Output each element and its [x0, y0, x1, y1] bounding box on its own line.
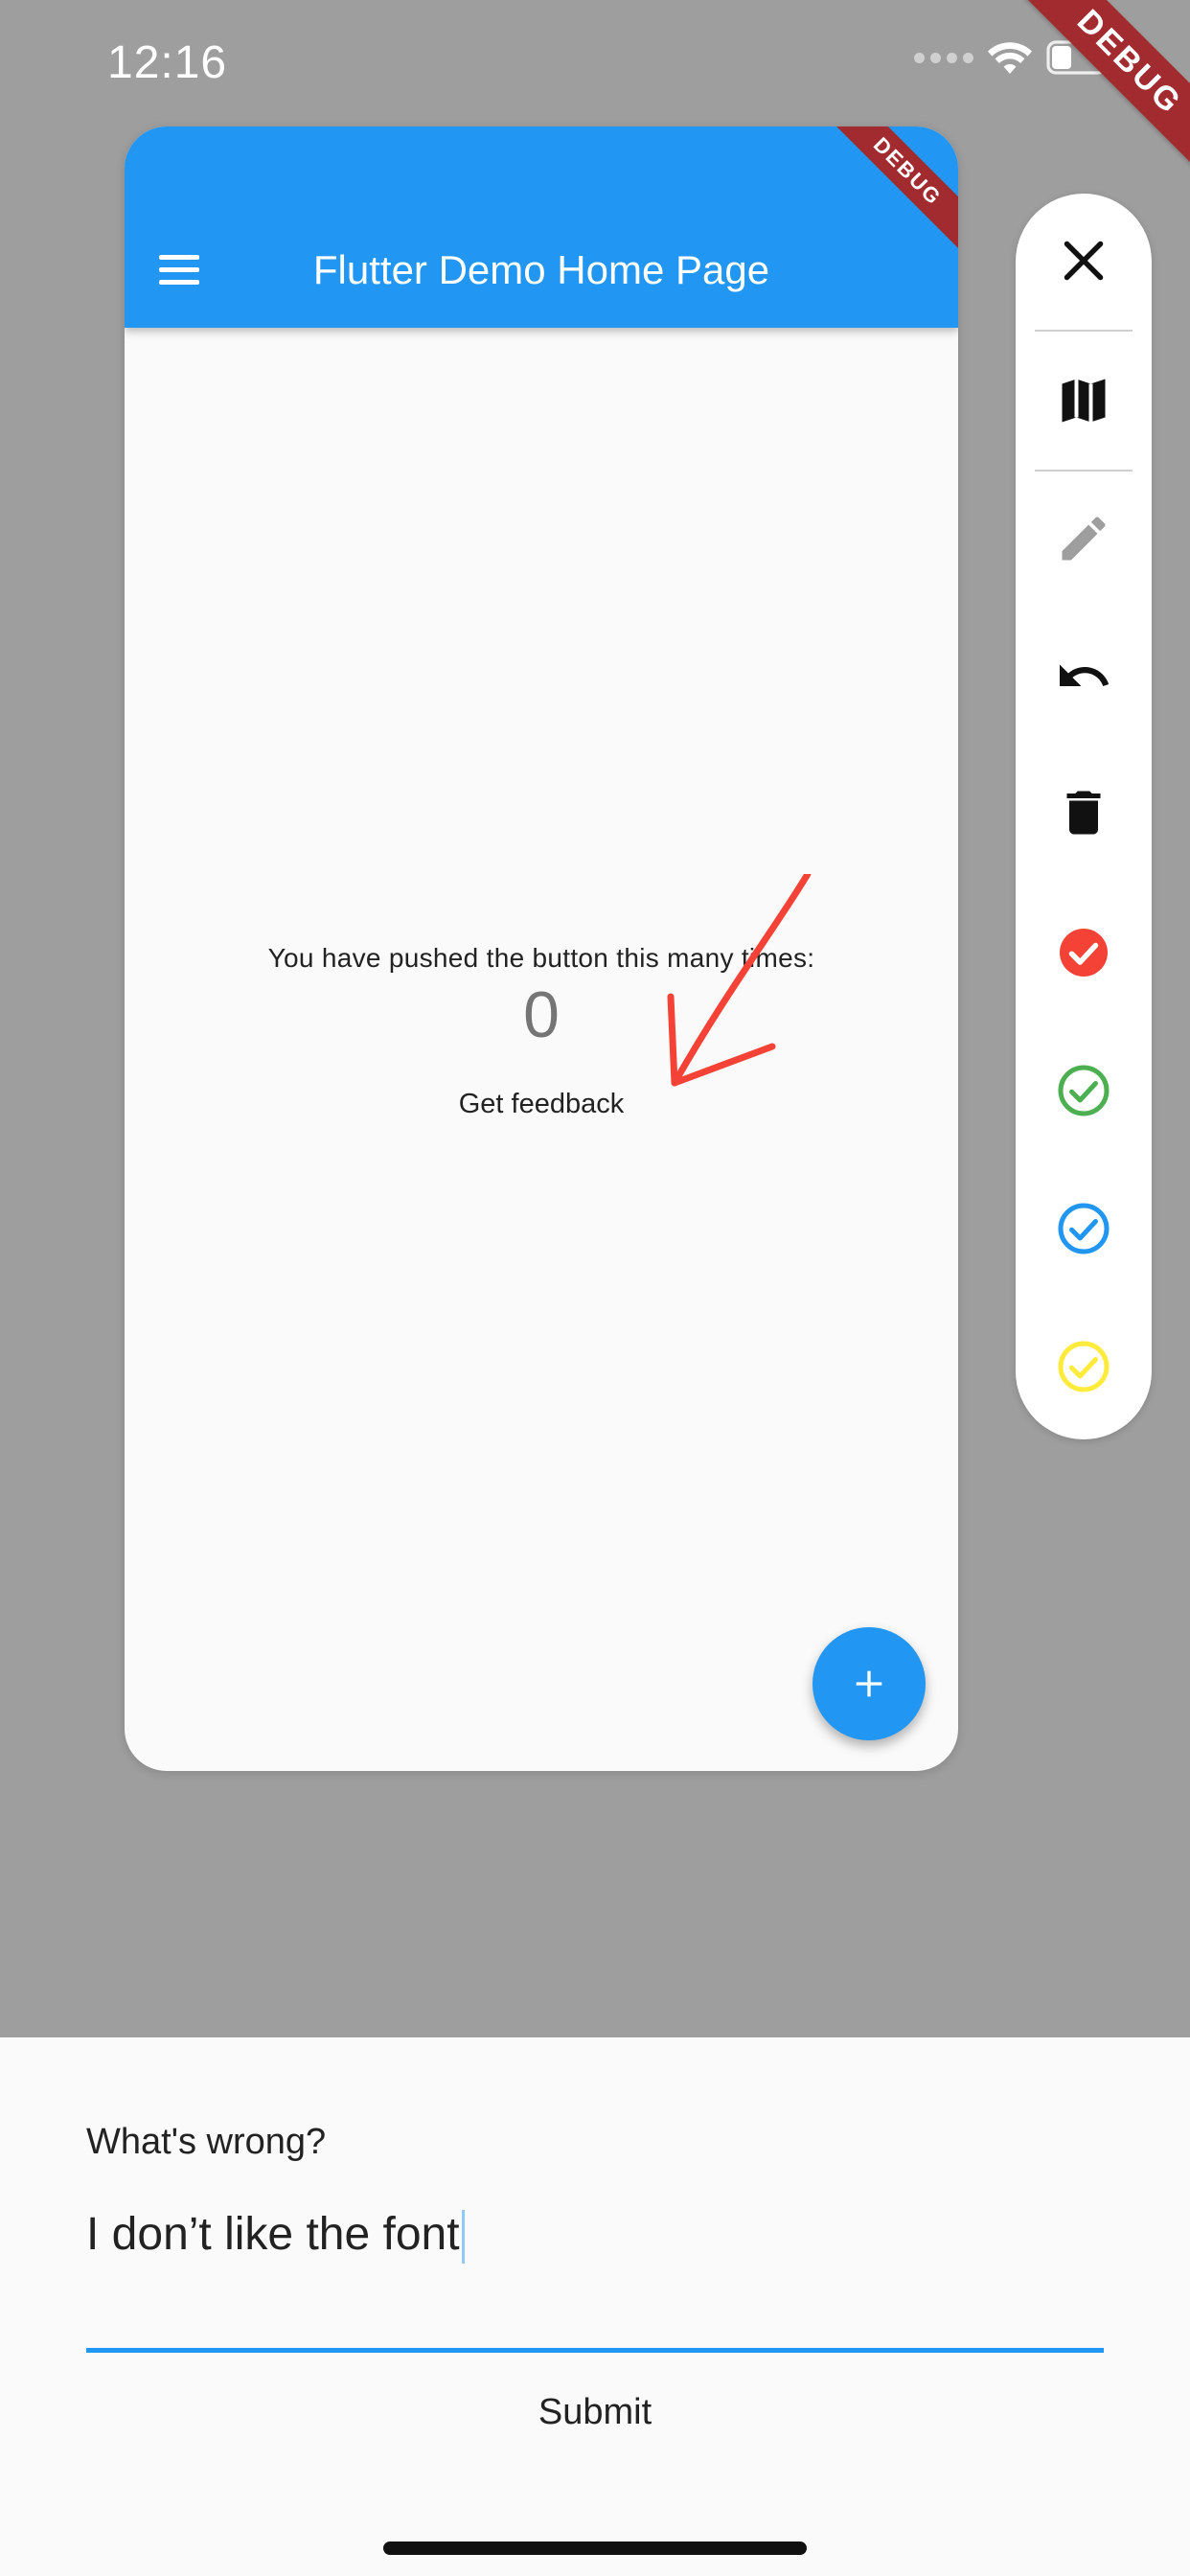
counter-value: 0 [523, 978, 560, 1051]
feedback-panel: What's wrong? I don’t like the font Subm… [0, 2037, 1190, 2576]
clear-button[interactable] [1016, 765, 1152, 861]
status-time: 12:16 [107, 37, 228, 88]
check-circle-outline-icon [1058, 1065, 1110, 1116]
close-icon [1064, 241, 1104, 281]
toolbar-divider [1035, 330, 1133, 332]
feedback-input[interactable]: I don’t like the font [86, 2208, 465, 2265]
add-icon [856, 1670, 882, 1697]
debug-banner: DEBUG [970, 0, 1190, 220]
toolbar-divider [1035, 470, 1133, 472]
app-bar: Flutter Demo Home Page DEBUG [125, 126, 958, 328]
color-red-button[interactable] [1016, 905, 1152, 1000]
check-circle-outline-icon [1058, 1341, 1110, 1392]
get-feedback-button[interactable]: Get feedback [431, 1075, 652, 1133]
signal-icon [914, 52, 973, 63]
color-green-button[interactable] [1016, 1043, 1152, 1138]
color-blue-button[interactable] [1016, 1181, 1152, 1276]
navigate-mode-button[interactable] [1016, 353, 1152, 448]
pencil-icon [1062, 517, 1106, 561]
card-debug-banner-text: DEBUG [816, 126, 958, 263]
card-debug-banner: DEBUG [814, 126, 958, 270]
map-icon [1062, 379, 1106, 423]
drawing-toolbar [1016, 194, 1152, 1439]
delete-icon [1066, 791, 1101, 835]
color-yellow-button[interactable] [1016, 1319, 1152, 1414]
undo-icon [1060, 664, 1110, 686]
draw-mode-button[interactable] [1016, 491, 1152, 586]
increment-fab[interactable] [812, 1627, 926, 1740]
debug-banner-text: DEBUG [997, 0, 1190, 195]
app-preview-card[interactable]: Flutter Demo Home Page DEBUG You have pu… [125, 126, 958, 1771]
drawn-arrow-annotation [667, 874, 812, 1087]
undo-button[interactable] [1016, 629, 1152, 724]
counter-description: You have pushed the button this many tim… [267, 943, 815, 973]
close-button[interactable] [1016, 213, 1152, 309]
check-circle-outline-icon [1058, 1203, 1110, 1254]
feedback-input-underline [86, 2348, 1104, 2353]
home-indicator[interactable] [383, 2542, 807, 2555]
feedback-label: What's wrong? [86, 2122, 327, 2162]
feedback-input-text: I don’t like the font [86, 2209, 460, 2260]
submit-button[interactable]: Submit [0, 2392, 1190, 2433]
check-circle-filled-icon [1060, 929, 1108, 977]
text-caret [461, 2210, 465, 2265]
